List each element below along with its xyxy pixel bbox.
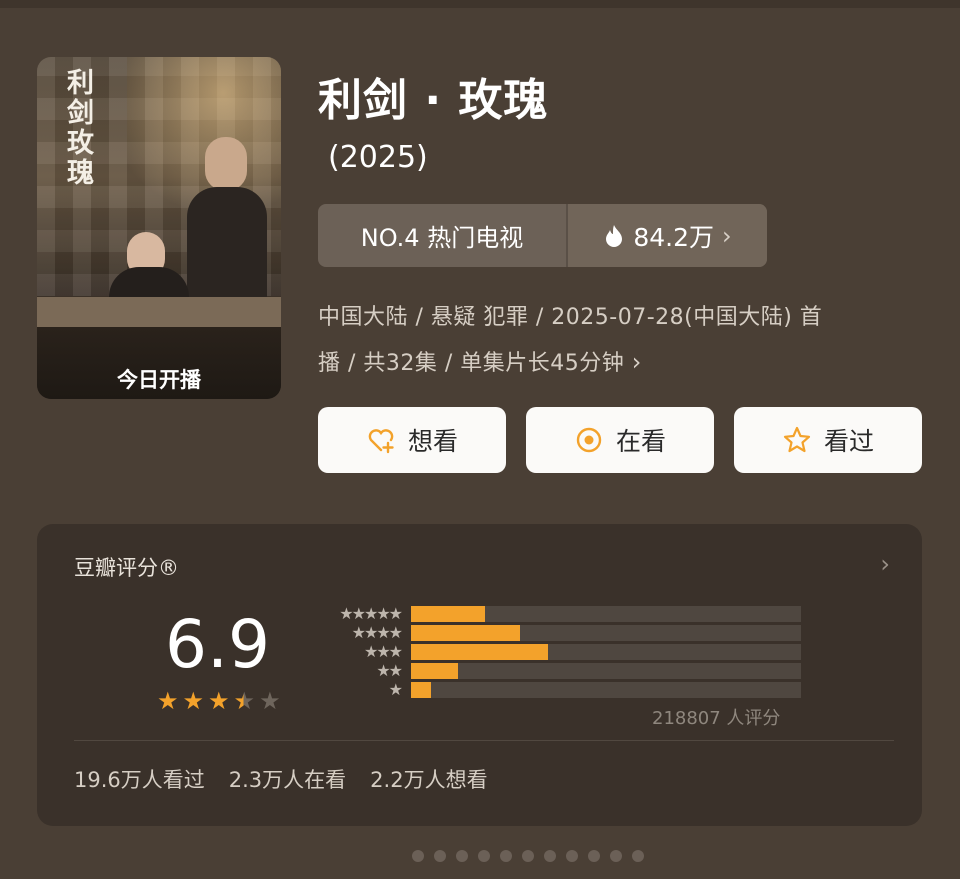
distribution-track (411, 663, 801, 679)
rating-card[interactable]: 豆瓣评分® › 6.9 ★ ★ ★ ★ ★ ★★★★★ ★★★★ ★★★ ★★ ★ 218807… (37, 524, 922, 826)
watching-label: 在看 (615, 427, 666, 456)
flame-icon (606, 224, 623, 247)
rank-label[interactable]: NO.4 热门电视 (318, 204, 568, 267)
chevron-right-icon: › (631, 348, 642, 376)
stat-watching[interactable]: 2.3万人在看 (229, 764, 346, 794)
heat-value: 84.2万 (633, 222, 715, 252)
distribution-star-label: ★★★★ (351, 623, 403, 642)
target-icon (576, 427, 602, 453)
distribution-star-label: ★★★★★ (339, 604, 403, 623)
distribution-bar (411, 644, 548, 660)
poster-vertical-title: 利剑玫瑰 (67, 68, 94, 189)
rating-score: 6.9 (165, 606, 270, 683)
want-label: 想看 (407, 427, 458, 456)
heart-plus-icon (368, 429, 394, 454)
distribution-row: ★★★★★ (313, 604, 813, 624)
stat-want[interactable]: 2.2万人想看 (370, 764, 487, 794)
rating-count: 218807 人评分 (652, 708, 781, 729)
star-icon: ★ (157, 687, 179, 715)
show-title: 利剑 · 玫瑰 (318, 75, 549, 126)
star-icon: ★ (259, 687, 281, 715)
star-outline-icon (783, 426, 811, 453)
distribution-bar (411, 663, 458, 679)
star-icon: ★ (233, 687, 256, 715)
distribution-bar (411, 682, 431, 698)
distribution-row: ★★ (313, 661, 813, 681)
distribution-track (411, 644, 801, 660)
rank-pill[interactable]: NO.4 热门电视 84.2万 › (318, 204, 767, 267)
star-icon: ★ (208, 687, 230, 715)
distribution-star-label: ★ (388, 680, 403, 699)
heat-button[interactable]: 84.2万 › (568, 204, 767, 267)
meta-line: 播 / 共32集 / 单集片长45分钟 (318, 351, 625, 376)
divider (74, 740, 894, 741)
star-icon: ★ (182, 687, 205, 715)
distribution-bar (411, 606, 486, 622)
watermark-dots (412, 850, 644, 862)
distribution-bar (411, 625, 521, 641)
rating-title: 豆瓣评分® (74, 556, 179, 580)
distribution-star-label: ★★★ (363, 642, 403, 661)
distribution-track (411, 606, 801, 622)
watched-label: 看过 (823, 427, 874, 456)
show-meta[interactable]: 中国大陆 / 悬疑 犯罪 / 2025-07-28(中国大陆) 首 播 / 共3… (318, 296, 918, 386)
stat-watched[interactable]: 19.6万人看过 (74, 764, 205, 794)
watching-button[interactable]: 在看 (526, 407, 714, 473)
distribution-row: ★ (313, 680, 813, 700)
show-year: (2025) (328, 140, 428, 175)
poster-image[interactable]: 利剑玫瑰 今日开播 (37, 57, 281, 399)
meta-line: 中国大陆 / 悬疑 犯罪 / 2025-07-28(中国大陆) 首 (318, 305, 823, 330)
rating-stars: ★ ★ ★ ★ ★ (157, 689, 281, 713)
distribution-track (411, 625, 801, 641)
distribution-track (411, 682, 801, 698)
top-edge (0, 0, 960, 8)
chevron-right-icon: › (722, 221, 732, 250)
distribution-row: ★★★★ (313, 623, 813, 643)
distribution-star-label: ★★ (376, 661, 403, 680)
watch-stats: 19.6万人看过 2.3万人在看 2.2万人想看 (74, 764, 488, 794)
watched-button[interactable]: 看过 (734, 407, 922, 473)
poster-badge: 今日开播 (117, 368, 201, 392)
chevron-right-icon[interactable]: › (880, 550, 890, 578)
distribution-row: ★★★ (313, 642, 813, 662)
want-to-watch-button[interactable]: 想看 (318, 407, 506, 473)
